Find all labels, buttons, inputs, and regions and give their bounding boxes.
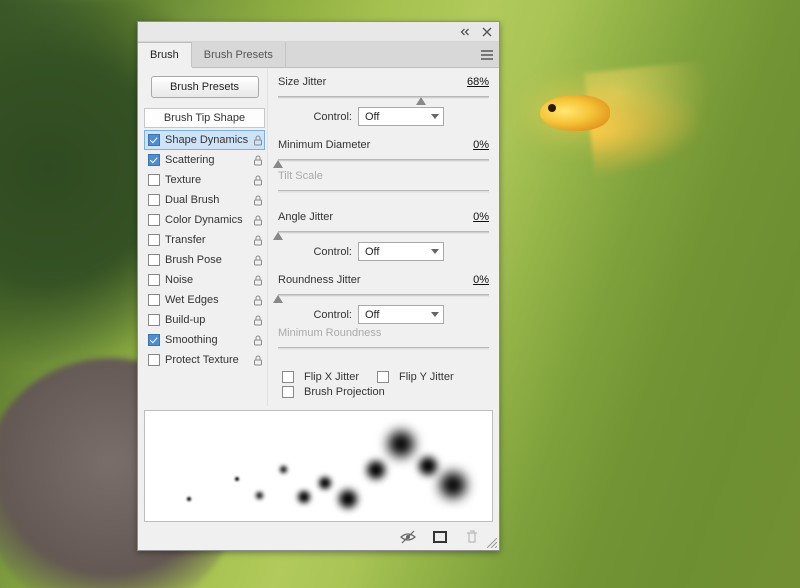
lock-icon[interactable] — [252, 174, 264, 186]
panel-footer — [138, 524, 499, 550]
minimum-roundness-label: Minimum Roundness — [278, 327, 489, 339]
lock-icon[interactable] — [252, 254, 264, 266]
checkbox-icon[interactable] — [148, 154, 160, 166]
size-jitter-control-select[interactable]: Off — [358, 107, 444, 126]
option-brush-pose[interactable]: Brush Pose — [144, 250, 265, 270]
option-label: Noise — [165, 274, 250, 286]
option-dual-brush[interactable]: Dual Brush — [144, 190, 265, 210]
checkbox-icon[interactable] — [148, 134, 160, 146]
checkbox-icon — [282, 386, 294, 398]
new-brush-icon[interactable] — [431, 529, 449, 545]
brush-tip-shape-row[interactable]: Brush Tip Shape — [144, 108, 265, 128]
option-label: Wet Edges — [165, 294, 250, 306]
roundness-jitter-control-select[interactable]: Off — [358, 305, 444, 324]
checkbox-icon[interactable] — [148, 314, 160, 326]
option-transfer[interactable]: Transfer — [144, 230, 265, 250]
roundness-jitter-slider[interactable] — [278, 289, 489, 303]
roundness-jitter-value[interactable]: 0% — [445, 274, 489, 286]
angle-jitter-control-label: Control: — [278, 246, 352, 258]
option-label: Transfer — [165, 234, 250, 246]
option-shape-dynamics[interactable]: Shape Dynamics — [144, 130, 265, 150]
flip-y-jitter-label: Flip Y Jitter — [399, 371, 454, 383]
brush-projection-checkbox[interactable]: Brush Projection — [282, 386, 385, 398]
option-protect-texture[interactable]: Protect Texture — [144, 350, 265, 370]
flip-x-jitter-label: Flip X Jitter — [304, 371, 359, 383]
option-color-dynamics[interactable]: Color Dynamics — [144, 210, 265, 230]
lock-icon[interactable] — [252, 314, 264, 326]
close-icon[interactable] — [481, 26, 493, 38]
brush-presets-button[interactable]: Brush Presets — [151, 76, 259, 98]
option-build-up[interactable]: Build-up — [144, 310, 265, 330]
options-column: Brush Presets Brush Tip Shape Shape Dyna… — [138, 68, 268, 406]
brush-projection-label: Brush Projection — [304, 386, 385, 398]
angle-jitter-slider[interactable] — [278, 226, 489, 240]
checkbox-icon[interactable] — [148, 354, 160, 366]
option-label: Smoothing — [165, 334, 250, 346]
flip-y-jitter-checkbox[interactable]: Flip Y Jitter — [377, 371, 454, 383]
size-jitter-control-label: Control: — [278, 111, 352, 123]
checkbox-icon[interactable] — [148, 234, 160, 246]
tab-brush-presets[interactable]: Brush Presets — [192, 42, 286, 67]
checkbox-icon[interactable] — [148, 254, 160, 266]
brush-panel: Brush Brush Presets Brush Presets Brush … — [137, 21, 500, 551]
size-jitter-value[interactable]: 68% — [445, 76, 489, 88]
checkbox-icon[interactable] — [148, 334, 160, 346]
angle-jitter-value[interactable]: 0% — [445, 211, 489, 223]
flip-x-jitter-checkbox[interactable]: Flip X Jitter — [282, 371, 359, 383]
minimum-diameter-value[interactable]: 0% — [445, 139, 489, 151]
option-label: Protect Texture — [165, 354, 250, 366]
checkbox-icon[interactable] — [148, 174, 160, 186]
option-label: Scattering — [165, 154, 250, 166]
option-label: Build-up — [165, 314, 250, 326]
checkbox-icon[interactable] — [148, 274, 160, 286]
option-label: Shape Dynamics — [165, 134, 250, 146]
option-smoothing[interactable]: Smoothing — [144, 330, 265, 350]
lock-icon[interactable] — [252, 194, 264, 206]
delete-brush-icon — [463, 529, 481, 545]
checkbox-icon — [377, 371, 389, 383]
lock-icon[interactable] — [252, 214, 264, 226]
option-label: Color Dynamics — [165, 214, 250, 226]
option-label: Texture — [165, 174, 250, 186]
lock-icon[interactable] — [252, 154, 264, 166]
lock-icon[interactable] — [252, 294, 264, 306]
checkbox-icon — [282, 371, 294, 383]
checkbox-icon[interactable] — [148, 294, 160, 306]
angle-jitter-label: Angle Jitter — [278, 211, 445, 223]
option-label: Brush Pose — [165, 254, 250, 266]
tab-brush[interactable]: Brush — [138, 42, 192, 68]
minimum-diameter-slider[interactable] — [278, 154, 489, 168]
lock-icon[interactable] — [252, 134, 264, 146]
tilt-scale-label: Tilt Scale — [278, 170, 489, 182]
lock-icon[interactable] — [252, 354, 264, 366]
background-fish — [480, 40, 720, 220]
size-jitter-label: Size Jitter — [278, 76, 445, 88]
angle-jitter-control-select[interactable]: Off — [358, 242, 444, 261]
lock-icon[interactable] — [252, 274, 264, 286]
collapse-icon[interactable] — [459, 26, 471, 38]
brush-preview — [144, 410, 493, 522]
roundness-jitter-control-label: Control: — [278, 309, 352, 321]
option-scattering[interactable]: Scattering — [144, 150, 265, 170]
resize-grip-icon[interactable] — [487, 538, 497, 548]
minimum-diameter-label: Minimum Diameter — [278, 139, 445, 151]
roundness-jitter-label: Roundness Jitter — [278, 274, 445, 286]
option-label: Dual Brush — [165, 194, 250, 206]
option-noise[interactable]: Noise — [144, 270, 265, 290]
panel-header — [138, 22, 499, 42]
lock-icon[interactable] — [252, 234, 264, 246]
toggle-preview-icon[interactable] — [399, 529, 417, 545]
tab-row: Brush Brush Presets — [138, 42, 499, 68]
size-jitter-slider[interactable] — [278, 91, 489, 105]
option-wet-edges[interactable]: Wet Edges — [144, 290, 265, 310]
settings-column: Size Jitter 68% Control: Off Minimum Dia… — [268, 68, 499, 406]
checkbox-icon[interactable] — [148, 194, 160, 206]
panel-flyout-menu-icon[interactable] — [475, 42, 499, 67]
tilt-scale-slider — [278, 185, 489, 199]
checkbox-icon[interactable] — [148, 214, 160, 226]
option-texture[interactable]: Texture — [144, 170, 265, 190]
lock-icon[interactable] — [252, 334, 264, 346]
panel-body: Brush Presets Brush Tip Shape Shape Dyna… — [138, 68, 499, 406]
minimum-roundness-slider — [278, 342, 489, 356]
